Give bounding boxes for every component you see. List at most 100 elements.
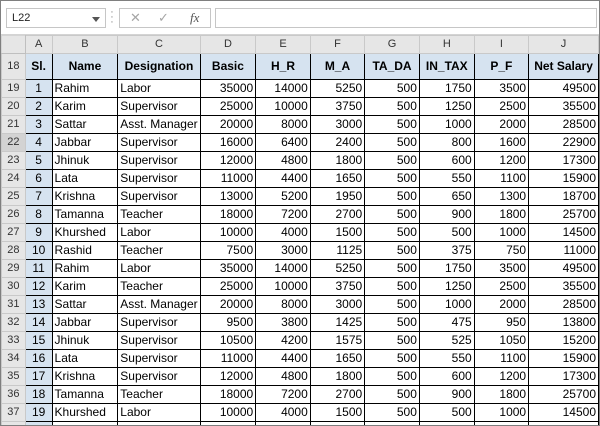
cell-a[interactable]: 8 [24,205,53,224]
cell-h[interactable]: 525 [418,331,475,350]
cell-a[interactable]: 20 [24,421,53,425]
cell-f[interactable]: 2700 [309,205,366,224]
row-header[interactable]: 20 [1,97,26,116]
row-header[interactable]: 23 [1,151,26,170]
cell-j[interactable]: 28500 [528,295,599,314]
cell-a[interactable]: 14 [24,313,53,332]
cell-g[interactable]: 500 [364,205,420,224]
cell-e[interactable]: 3000 [255,421,311,425]
cell-c[interactable]: Supervisor [117,187,201,206]
cell-i[interactable]: 2000 [473,115,530,134]
cell-b[interactable]: Lata [51,169,119,188]
cell-c[interactable]: Teacher [117,205,201,224]
cell-h[interactable]: 500 [418,403,475,422]
cell-e[interactable]: 5200 [255,187,311,206]
cell-e[interactable]: 4000 [255,223,311,242]
cell-j[interactable]: 49500 [528,259,599,278]
more-options-icon[interactable]: · · · [109,7,115,28]
cell-h[interactable]: 1750 [418,259,475,278]
cell-i[interactable]: 1000 [473,223,530,242]
cell-d[interactable]: 9500 [199,313,257,332]
row-header[interactable]: 35 [1,367,26,386]
table-header-cell[interactable]: M_A [309,53,366,80]
table-header-cell[interactable]: TA_DA [364,53,420,80]
cell-h[interactable]: 900 [418,205,475,224]
cell-a[interactable]: 5 [24,151,53,170]
cell-b[interactable]: Karim [51,97,119,116]
cell-j[interactable]: 25700 [528,385,599,404]
cell-f[interactable]: 1500 [309,403,366,422]
formula-input[interactable] [215,8,597,28]
cell-b[interactable]: Jabbar [51,313,119,332]
cell-j[interactable]: 11000 [528,421,599,425]
cell-g[interactable]: 500 [364,151,420,170]
row-header[interactable]: 25 [1,187,26,206]
row-header[interactable]: 28 [1,241,26,260]
cell-c[interactable]: Asst. Manager [117,115,201,134]
cell-b[interactable]: Sattar [51,295,119,314]
cell-c[interactable]: Supervisor [117,169,201,188]
cell-i[interactable]: 2500 [473,97,530,116]
cell-h[interactable]: 375 [418,421,475,425]
cell-i[interactable]: 1300 [473,187,530,206]
cell-a[interactable]: 13 [24,295,53,314]
cell-g[interactable]: 500 [364,97,420,116]
cell-h[interactable]: 600 [418,151,475,170]
cell-a[interactable]: 16 [24,349,53,368]
cell-a[interactable]: 18 [24,385,53,404]
cell-i[interactable]: 2000 [473,295,530,314]
cell-c[interactable]: Supervisor [117,313,201,332]
cell-g[interactable]: 500 [364,403,420,422]
cell-j[interactable]: 14500 [528,223,599,242]
cell-a[interactable]: 9 [24,223,53,242]
cell-h[interactable]: 1750 [418,79,475,98]
insert-function-icon[interactable]: fx [190,10,199,26]
cell-f[interactable]: 5250 [309,259,366,278]
cell-e[interactable]: 7200 [255,385,311,404]
cell-e[interactable]: 4400 [255,349,311,368]
cell-b[interactable]: Rashid [51,421,119,425]
cell-i[interactable]: 1100 [473,349,530,368]
cell-d[interactable]: 25000 [199,97,257,116]
table-header-cell[interactable]: Sl. [24,53,53,80]
cell-e[interactable]: 4800 [255,151,311,170]
row-header[interactable]: 27 [1,223,26,242]
cell-g[interactable]: 500 [364,367,420,386]
cell-i[interactable]: 3500 [473,259,530,278]
column-header-e[interactable]: E [255,35,311,54]
cell-a[interactable]: 15 [24,331,53,350]
cell-d[interactable]: 11000 [199,349,257,368]
cell-j[interactable]: 35500 [528,277,599,296]
cell-d[interactable]: 20000 [199,295,257,314]
cell-i[interactable]: 3500 [473,79,530,98]
cell-e[interactable]: 10000 [255,97,311,116]
row-header[interactable]: 24 [1,169,26,188]
cell-i[interactable]: 1600 [473,133,530,152]
row-header[interactable]: 34 [1,349,26,368]
cell-h[interactable]: 1250 [418,97,475,116]
cell-j[interactable]: 35500 [528,97,599,116]
cell-c[interactable]: Supervisor [117,367,201,386]
cell-a[interactable]: 2 [24,97,53,116]
cell-a[interactable]: 11 [24,259,53,278]
column-header-a[interactable]: A [24,35,53,54]
cell-g[interactable]: 500 [364,115,420,134]
cell-d[interactable]: 12000 [199,367,257,386]
cell-g[interactable]: 500 [364,277,420,296]
cell-g[interactable]: 500 [364,295,420,314]
cell-b[interactable]: Lata [51,349,119,368]
cell-e[interactable]: 7200 [255,205,311,224]
column-header-h[interactable]: H [418,35,475,54]
table-header-cell[interactable]: P_F [473,53,530,80]
cell-h[interactable]: 1250 [418,277,475,296]
column-header-i[interactable]: I [473,35,530,54]
cell-c[interactable]: Supervisor [117,349,201,368]
cell-d[interactable]: 18000 [199,385,257,404]
cell-i[interactable]: 1050 [473,331,530,350]
cell-b[interactable]: Jabbar [51,133,119,152]
cell-h[interactable]: 800 [418,133,475,152]
cell-d[interactable]: 7500 [199,241,257,260]
cell-i[interactable]: 1800 [473,205,530,224]
cell-f[interactable]: 3750 [309,97,366,116]
cell-g[interactable]: 500 [364,385,420,404]
